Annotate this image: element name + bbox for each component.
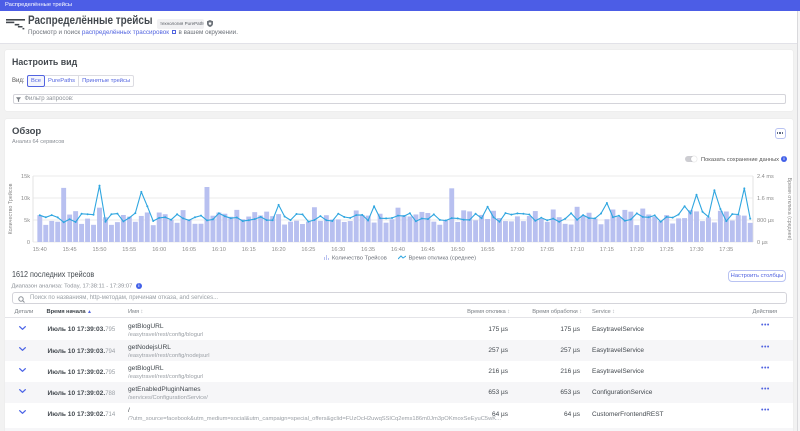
svg-text:16:10: 16:10 [212,247,226,253]
svg-text:16:30: 16:30 [331,247,345,253]
svg-text:17:25: 17:25 [660,247,674,253]
svg-text:15:50: 15:50 [93,247,107,253]
svg-text:0 µs: 0 µs [757,240,768,246]
svg-text:1.6 ms: 1.6 ms [757,196,774,202]
svg-text:16:20: 16:20 [272,247,286,253]
svg-text:17:15: 17:15 [600,247,614,253]
svg-text:17:20: 17:20 [630,247,644,253]
svg-text:16:15: 16:15 [242,247,256,253]
svg-text:10k: 10k [21,196,30,202]
svg-text:16:35: 16:35 [361,247,375,253]
svg-text:16:45: 16:45 [421,247,435,253]
svg-text:16:40: 16:40 [391,247,405,253]
svg-text:17:35: 17:35 [719,247,733,253]
svg-text:800 µs: 800 µs [757,218,774,224]
svg-text:5k: 5k [24,218,30,224]
svg-text:16:25: 16:25 [301,247,315,253]
svg-text:0: 0 [27,240,30,246]
svg-text:16:00: 16:00 [152,247,166,253]
svg-text:17:10: 17:10 [570,247,584,253]
svg-text:15k: 15k [21,174,30,180]
svg-text:15:45: 15:45 [63,247,77,253]
svg-text:17:00: 17:00 [510,247,524,253]
svg-text:Количество Трейсов: Количество Трейсов [7,183,14,234]
svg-text:15:40: 15:40 [33,247,47,253]
svg-text:17:30: 17:30 [690,247,704,253]
svg-text:16:55: 16:55 [481,247,495,253]
svg-text:16:05: 16:05 [182,247,196,253]
svg-text:2.4 ms: 2.4 ms [757,174,774,180]
svg-text:Время отклика (среднее): Время отклика (среднее) [786,178,792,241]
svg-text:15:55: 15:55 [122,247,136,253]
svg-text:17:05: 17:05 [540,247,554,253]
svg-text:16:50: 16:50 [451,247,465,253]
